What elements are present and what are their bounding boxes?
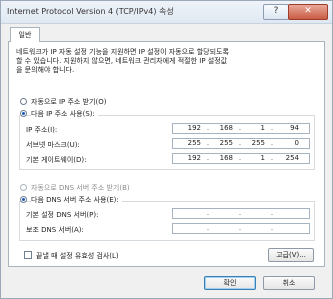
ip-octet: 192 xyxy=(187,154,201,162)
radio-manual-dns[interactable] xyxy=(20,196,27,203)
octet-dot: . xyxy=(270,124,274,132)
octet-dot: . xyxy=(270,224,274,232)
ok-button[interactable]: 확인 xyxy=(204,276,256,290)
octet-dot: . xyxy=(238,209,242,217)
cancel-button[interactable]: 취소 xyxy=(263,276,315,290)
octet-dot: . xyxy=(206,224,210,232)
alternate-dns-label: 보조 DNS 서버(A): xyxy=(26,226,84,234)
title-bar[interactable]: Internet Protocol Version 4 (TCP/IPv4) 속… xyxy=(1,1,332,24)
ip-octet: 0 xyxy=(294,139,299,147)
ip-octet: 192 xyxy=(187,124,201,132)
close-button[interactable]: ✕ xyxy=(288,4,328,20)
radio-auto-dns[interactable] xyxy=(20,184,27,191)
radio-auto-ip-label[interactable]: 자동으로 IP 주소 받기(O) xyxy=(31,97,106,107)
tab-general[interactable]: 일반 xyxy=(10,27,40,42)
ip-address-label: IP 주소(I): xyxy=(26,126,58,134)
window-title: Internet Protocol Version 4 (TCP/IPv4) 속… xyxy=(7,7,174,16)
description-line: 을 문의해야 합니다. xyxy=(16,66,75,74)
ip-octet: 255 xyxy=(187,139,201,147)
octet-dot: . xyxy=(238,224,242,232)
ip-octet: 168 xyxy=(219,154,233,162)
radio-manual-dns-label[interactable]: 다음 DNS 서버 주소 사용(E): xyxy=(31,195,122,205)
default-gateway-label: 기본 게이트웨이(D): xyxy=(26,156,87,164)
validate-settings-checkbox[interactable] xyxy=(24,251,32,259)
octet-dot: . xyxy=(270,139,274,147)
description-text: 네트워크가 IP 자동 설정 기능을 지원하면 IP 설정이 자동으로 할당되도… xyxy=(16,48,314,75)
radio-manual-ip[interactable] xyxy=(20,110,27,117)
ip-octet: 255 xyxy=(219,139,233,147)
description-line: 할 수 있습니다. 지원하지 않으면, 네트워크 관리자에게 적절한 IP 설정… xyxy=(16,57,228,65)
radio-auto-ip[interactable] xyxy=(20,98,27,105)
octet-dot: . xyxy=(270,209,274,217)
help-button[interactable]: ? xyxy=(263,4,289,20)
validate-settings-label[interactable]: 끝낼 때 설정 유효성 검사(L) xyxy=(36,251,119,261)
preferred-dns-input[interactable]: . . . xyxy=(172,208,310,219)
radio-manual-ip-label[interactable]: 다음 IP 주소 사용(S): xyxy=(31,109,98,119)
radio-auto-dns-label[interactable]: 자동으로 DNS 서버 주소 받기(B) xyxy=(31,183,130,193)
ip-octet: 94 xyxy=(290,124,299,132)
ip-octet: 255 xyxy=(251,139,265,147)
octet-dot: . xyxy=(270,154,274,162)
default-gateway-input[interactable]: 192 . 168 . 1 . 254 xyxy=(172,153,310,164)
preferred-dns-label: 기본 설정 DNS 서버(P): xyxy=(26,211,99,219)
subnet-mask-input[interactable]: 255 . 255 . 255 . 0 xyxy=(172,138,310,149)
description-line: 네트워크가 IP 자동 설정 기능을 지원하면 IP 설정이 자동으로 할당되도… xyxy=(16,48,229,56)
alternate-dns-input[interactable]: . . . xyxy=(172,223,310,234)
ip-octet: 254 xyxy=(285,154,299,162)
dns-settings-group xyxy=(19,201,315,241)
advanced-button[interactable]: 고급(V)... xyxy=(268,248,314,262)
ip-octet: 1 xyxy=(260,154,265,162)
octet-dot: . xyxy=(206,209,210,217)
subnet-mask-label: 서브넷 마스크(U): xyxy=(26,141,80,149)
ip-octet: 168 xyxy=(219,124,233,132)
ip-address-input[interactable]: 192 . 168 . 1 . 94 xyxy=(172,123,310,134)
ip-octet: 1 xyxy=(260,124,265,132)
